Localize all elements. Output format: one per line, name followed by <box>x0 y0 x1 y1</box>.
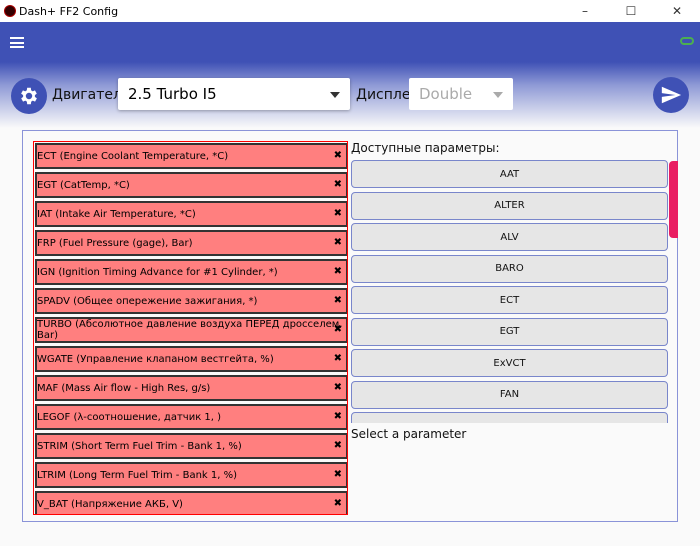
available-param-button[interactable]: FAN <box>351 380 668 409</box>
app-header <box>0 22 700 62</box>
available-params-label: Доступные параметры: <box>351 141 500 155</box>
remove-icon[interactable]: ✖ <box>334 179 342 190</box>
remove-icon[interactable]: ✖ <box>334 353 342 364</box>
remove-icon[interactable]: ✖ <box>334 411 342 422</box>
selected-param-item[interactable]: LTRIM (Long Term Fuel Trim - Bank 1, %) ✖ <box>35 462 347 488</box>
available-param-button[interactable]: BARO <box>351 254 668 283</box>
remove-icon[interactable]: ✖ <box>334 237 342 248</box>
remove-icon[interactable]: ✖ <box>334 208 342 219</box>
param-label: LTRIM (Long Term Fuel Trim - Bank 1, %) <box>37 469 238 481</box>
window-title: Dash+ FF2 Config <box>19 4 119 18</box>
param-label: FRP (Fuel Pressure (gage), Bar) <box>37 237 193 249</box>
remove-icon[interactable]: ✖ <box>334 382 342 393</box>
selected-param-item[interactable]: ECT (Engine Coolant Temperature, *C) ✖ <box>35 143 347 169</box>
available-param-button[interactable]: ECT <box>351 286 668 314</box>
menu-icon[interactable] <box>10 37 24 48</box>
close-button[interactable]: ✕ <box>654 0 700 22</box>
param-label: WGATE (Управление клапаном вестгейта, %) <box>37 353 274 365</box>
selected-param-item[interactable]: EGT (CatTemp, *C) ✖ <box>35 172 347 198</box>
app-icon <box>4 5 16 17</box>
engine-value: 2.5 Turbo I5 <box>128 85 217 103</box>
engine-select[interactable]: 2.5 Turbo I5 <box>118 78 350 110</box>
selected-param-item[interactable]: STRIM (Short Term Fuel Trim - Bank 1, %)… <box>35 433 347 459</box>
selected-param-item[interactable]: WGATE (Управление клапаном вестгейта, %)… <box>35 346 347 372</box>
title-bar: Dash+ FF2 Config – ☐ ✕ <box>0 0 700 22</box>
available-params-list: AAT ALTER ALV BARO ECT EGT ExVCT FAN <box>351 160 669 423</box>
available-param-button[interactable]: ALV <box>351 223 668 251</box>
param-label: EGT (CatTemp, *C) <box>37 179 130 191</box>
send-button[interactable] <box>653 77 689 113</box>
remove-icon[interactable]: ✖ <box>334 295 342 306</box>
display-value: Double <box>419 85 473 103</box>
chevron-down-icon <box>493 92 503 98</box>
remove-icon[interactable]: ✖ <box>334 150 342 161</box>
chevron-down-icon <box>330 92 340 98</box>
remove-icon[interactable]: ✖ <box>334 324 342 335</box>
display-select[interactable]: Double <box>409 78 513 110</box>
selected-param-item[interactable]: SPADV (Общее опережение зажигания, *) ✖ <box>35 288 347 314</box>
remove-icon[interactable]: ✖ <box>334 498 342 509</box>
scrollbar[interactable] <box>669 161 678 238</box>
param-label: IGN (Ignition Timing Advance for #1 Cyli… <box>37 266 278 278</box>
available-param-button[interactable]: EGT <box>351 317 668 346</box>
available-param-button[interactable]: ExVCT <box>351 349 668 377</box>
param-label: LEGOF (λ-соотношение, датчик 1, ) <box>37 411 222 423</box>
available-param-button[interactable]: AAT <box>351 160 668 188</box>
minimize-button[interactable]: – <box>562 0 608 22</box>
link-icon[interactable] <box>680 37 694 45</box>
selected-params-list: ECT (Engine Coolant Temperature, *C) ✖ EGT… <box>33 141 348 515</box>
selected-param-item[interactable]: V_BAT (Напряжение АКБ, V) ✖ <box>35 491 347 514</box>
selected-param-item[interactable]: IGN (Ignition Timing Advance for #1 Cyli… <box>35 259 347 285</box>
selected-param-item[interactable]: MAF (Mass Air flow - High Res, g/s) ✖ <box>35 375 347 401</box>
selected-param-item[interactable]: FRP (Fuel Pressure (gage), Bar) ✖ <box>35 230 347 256</box>
gear-icon <box>21 87 37 105</box>
settings-button[interactable] <box>11 78 47 114</box>
remove-icon[interactable]: ✖ <box>334 469 342 480</box>
remove-icon[interactable]: ✖ <box>334 266 342 277</box>
remove-icon[interactable]: ✖ <box>334 440 342 451</box>
param-label: IAT (Intake Air Temperature, *C) <box>37 208 196 220</box>
available-param-button[interactable] <box>351 412 668 423</box>
available-param-button[interactable]: ALTER <box>351 191 668 220</box>
param-label: SPADV (Общее опережение зажигания, *) <box>37 295 258 307</box>
param-label: MAF (Mass Air flow - High Res, g/s) <box>37 382 211 394</box>
param-label: STRIM (Short Term Fuel Trim - Bank 1, %) <box>37 440 242 452</box>
selected-param-item[interactable]: IAT (Intake Air Temperature, *C) ✖ <box>35 201 347 227</box>
status-text: Select a parameter <box>351 427 467 441</box>
selected-param-item[interactable]: TURBO (Абсолютное давление воздуха ПЕРЕД… <box>35 317 347 343</box>
send-icon <box>661 86 682 104</box>
param-label: TURBO (Абсолютное давление воздуха ПЕРЕД… <box>37 319 343 341</box>
param-label: ECT (Engine Coolant Temperature, *C) <box>37 150 229 162</box>
selected-param-item[interactable]: LEGOF (λ-соотношение, датчик 1, ) ✖ <box>35 404 347 430</box>
maximize-button[interactable]: ☐ <box>608 0 654 22</box>
param-label: V_BAT (Напряжение АКБ, V) <box>37 498 183 510</box>
